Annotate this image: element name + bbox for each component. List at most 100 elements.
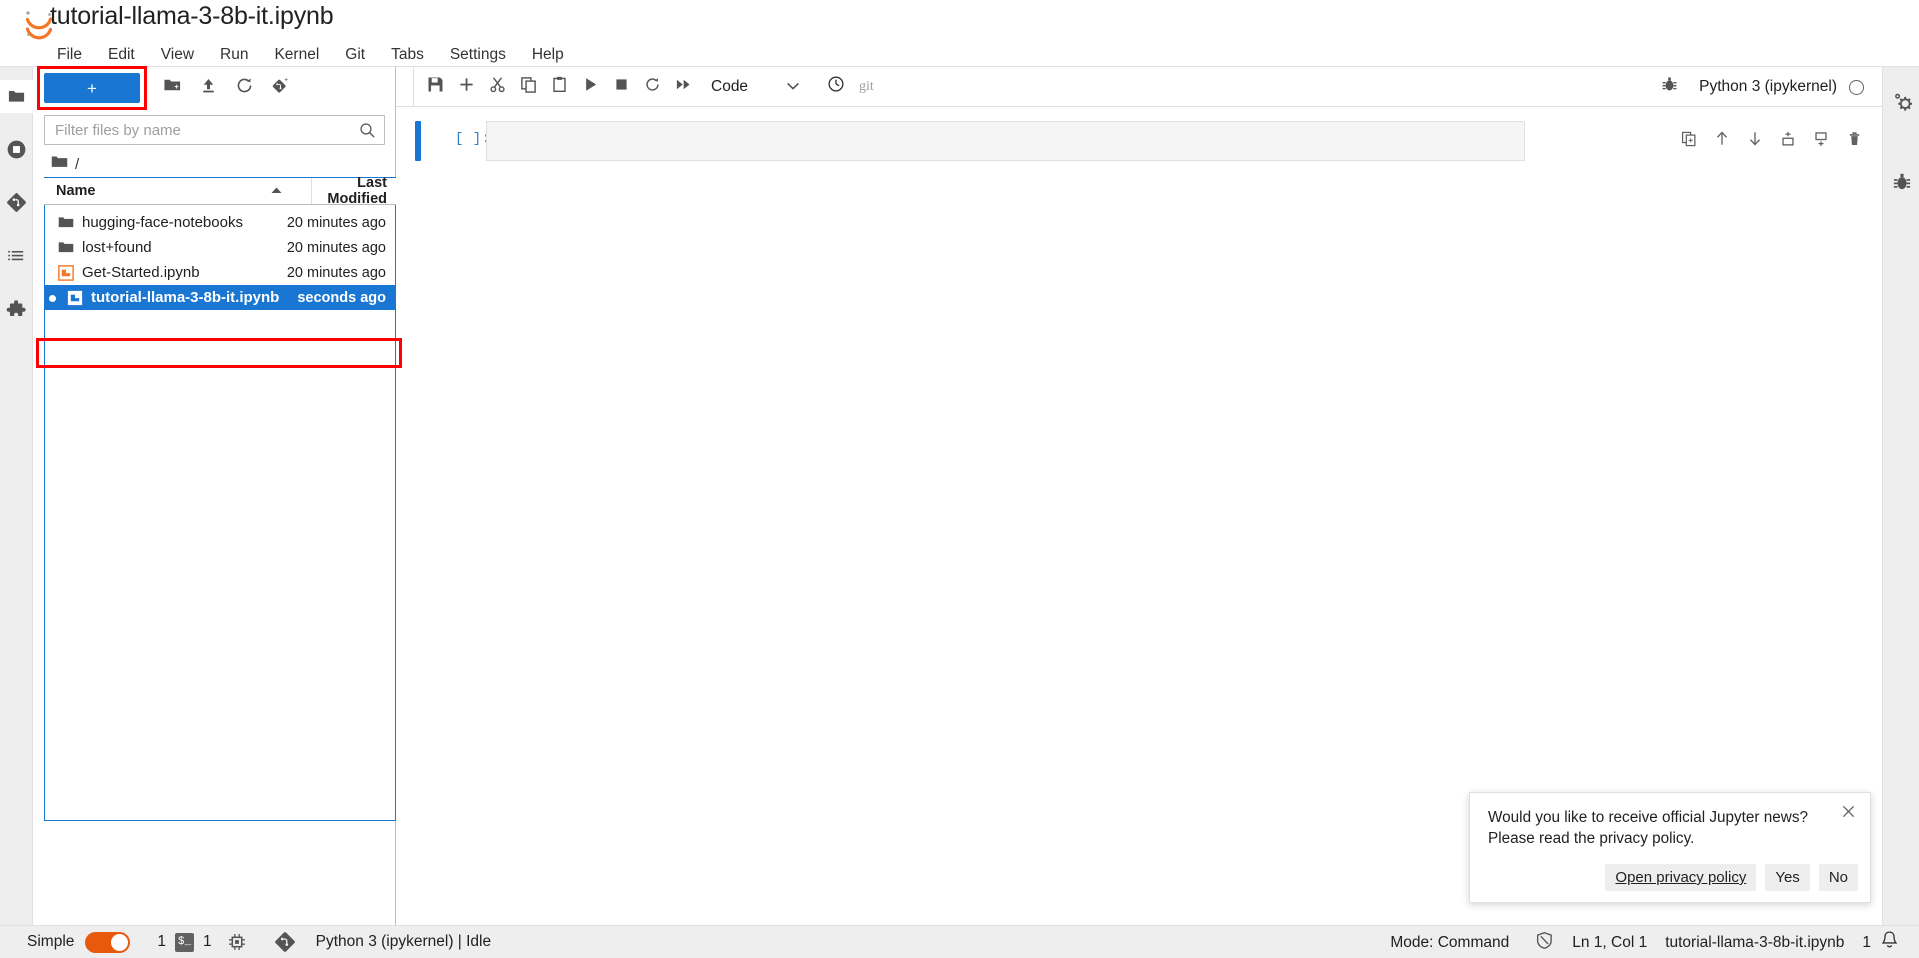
menu-settings[interactable]: Settings — [437, 43, 519, 67]
notebook-cell[interactable]: [ ]: — [396, 121, 1882, 163]
file-browser-panel: + + Filter files by name / Name Last Mod… — [33, 66, 402, 958]
table-row[interactable]: tutorial-llama-3-8b-it.ipynb seconds ago — [45, 285, 395, 310]
file-modified: seconds ago — [297, 289, 386, 306]
close-button[interactable] — [1839, 805, 1857, 823]
cut-button[interactable] — [482, 71, 513, 102]
restart-run-all-icon — [675, 76, 692, 98]
insert-cell-icon — [458, 76, 475, 98]
insert-cell-above-button[interactable] — [1778, 131, 1798, 151]
debugger-toggle[interactable] — [1654, 72, 1685, 103]
toast-no-button[interactable]: No — [1818, 864, 1858, 891]
breadcrumb[interactable]: / — [44, 151, 385, 177]
insert-cell-below-button[interactable] — [1811, 131, 1831, 151]
sidebar-item-file-browser[interactable] — [0, 80, 33, 113]
new-launcher-wrapper: + — [37, 66, 147, 110]
top-bar: tutorial-llama-3-8b-it.ipynb File Edit V… — [0, 0, 1919, 67]
cursor-position: Ln 1, Col 1 — [1572, 933, 1648, 951]
notification-count: 1 — [1862, 933, 1871, 951]
table-row[interactable]: Get-Started.ipynb 20 minutes ago — [45, 260, 395, 285]
delete-cell-icon — [1847, 131, 1862, 152]
menu-view[interactable]: View — [148, 43, 207, 67]
menu-kernel[interactable]: Kernel — [261, 43, 332, 67]
open-privacy-policy-button[interactable]: Open privacy policy — [1605, 864, 1757, 891]
simple-mode-toggle[interactable] — [85, 931, 131, 953]
toggle-knob — [111, 933, 129, 951]
editor-mode: Mode: Command — [1390, 933, 1510, 951]
sidebar-item-property-inspector[interactable] — [1883, 79, 1919, 129]
cut-icon — [489, 76, 506, 98]
running-terminals-icon — [6, 139, 27, 160]
file-modified: 20 minutes ago — [286, 239, 386, 256]
cell-input-editor[interactable] — [486, 121, 1525, 161]
stop-icon — [613, 76, 630, 98]
file-list-header: Name Last Modified — [44, 175, 396, 207]
run-button[interactable] — [575, 71, 606, 102]
right-activity-bar — [1882, 67, 1919, 958]
sidebar-item-debugger[interactable] — [1883, 159, 1919, 209]
menu-file[interactable]: File — [44, 43, 95, 67]
history-button[interactable] — [820, 71, 851, 102]
kernel-status-text[interactable]: Python 3 (ipykernel) | Idle — [316, 933, 491, 951]
kernel-name-label[interactable]: Python 3 (ipykernel) — [1699, 78, 1837, 96]
notebook-icon — [57, 264, 74, 281]
toolbar-divider — [413, 66, 414, 107]
sidebar-item-git[interactable] — [0, 186, 33, 219]
menu-help[interactable]: Help — [519, 43, 577, 67]
cpu-icon[interactable] — [228, 933, 246, 951]
refresh-button[interactable] — [226, 73, 262, 103]
new-folder-button[interactable] — [154, 73, 190, 103]
cell-type-select[interactable]: Code — [711, 73, 811, 101]
file-list: hugging-face-notebooks 20 minutes ago lo… — [44, 205, 396, 821]
upload-button[interactable] — [190, 73, 226, 103]
file-name: tutorial-llama-3-8b-it.ipynb — [91, 289, 280, 306]
save-icon — [427, 76, 444, 98]
sort-ascending-icon — [270, 183, 283, 199]
toast-actions: Open privacy policy Yes No — [1605, 864, 1858, 891]
menu-bar: File Edit View Run Kernel Git Tabs Setti… — [44, 43, 577, 67]
stop-button[interactable] — [606, 71, 637, 102]
file-modified: 20 minutes ago — [286, 214, 386, 231]
upload-icon — [199, 76, 218, 100]
table-of-contents-icon — [6, 246, 27, 267]
menu-edit[interactable]: Edit — [95, 43, 148, 67]
git-clone-button[interactable]: + — [262, 73, 298, 103]
insert-cell-above-icon — [1780, 131, 1796, 152]
menu-git[interactable]: Git — [332, 43, 378, 67]
git-status-icon[interactable] — [274, 931, 296, 953]
menu-tabs[interactable]: Tabs — [378, 43, 437, 67]
bell-icon[interactable] — [1880, 930, 1899, 955]
table-row[interactable]: hugging-face-notebooks 20 minutes ago — [45, 210, 395, 235]
terminal-icon[interactable]: $_ — [175, 932, 195, 952]
restart-run-all-button[interactable] — [668, 71, 699, 102]
toast-yes-button[interactable]: Yes — [1765, 864, 1810, 891]
sidebar-item-toc[interactable] — [0, 240, 33, 273]
paste-icon — [551, 76, 568, 98]
file-filter-box[interactable] — [44, 115, 385, 145]
no-shield-icon[interactable] — [1535, 931, 1554, 955]
restart-button[interactable] — [637, 71, 668, 102]
column-header-last-modified[interactable]: Last Modified — [312, 175, 396, 207]
paste-button[interactable] — [544, 71, 575, 102]
status-bar: Simple 1 $_ 1 Python 3 (ipykernel) | Idl… — [0, 925, 1919, 958]
menu-run[interactable]: Run — [207, 43, 261, 67]
notebook-toolbar: Code git Python 3 (ipykernel) — [396, 66, 1882, 107]
sidebar-item-running[interactable] — [0, 133, 33, 166]
new-launcher-button[interactable]: + — [44, 73, 140, 103]
extension-manager-icon — [6, 300, 27, 321]
breadcrumb-root[interactable]: / — [75, 156, 79, 173]
duplicate-cell-button[interactable] — [1679, 131, 1699, 151]
copy-button[interactable] — [513, 71, 544, 102]
insert-cell-button[interactable] — [451, 71, 482, 102]
save-button[interactable] — [420, 71, 451, 102]
sidebar-item-extensions[interactable] — [0, 294, 33, 327]
column-header-name[interactable]: Name — [44, 178, 312, 204]
clock-icon — [827, 75, 845, 98]
move-cell-up-button[interactable] — [1712, 131, 1732, 151]
filter-input[interactable] — [45, 116, 355, 144]
svg-text:+: + — [284, 77, 288, 84]
delete-cell-button[interactable] — [1844, 131, 1864, 151]
move-cell-down-icon — [1747, 130, 1763, 152]
table-row[interactable]: lost+found 20 minutes ago — [45, 235, 395, 260]
status-bar-right: Mode: Command Ln 1, Col 1 tutorial-llama… — [1390, 926, 1919, 958]
move-cell-down-button[interactable] — [1745, 131, 1765, 151]
